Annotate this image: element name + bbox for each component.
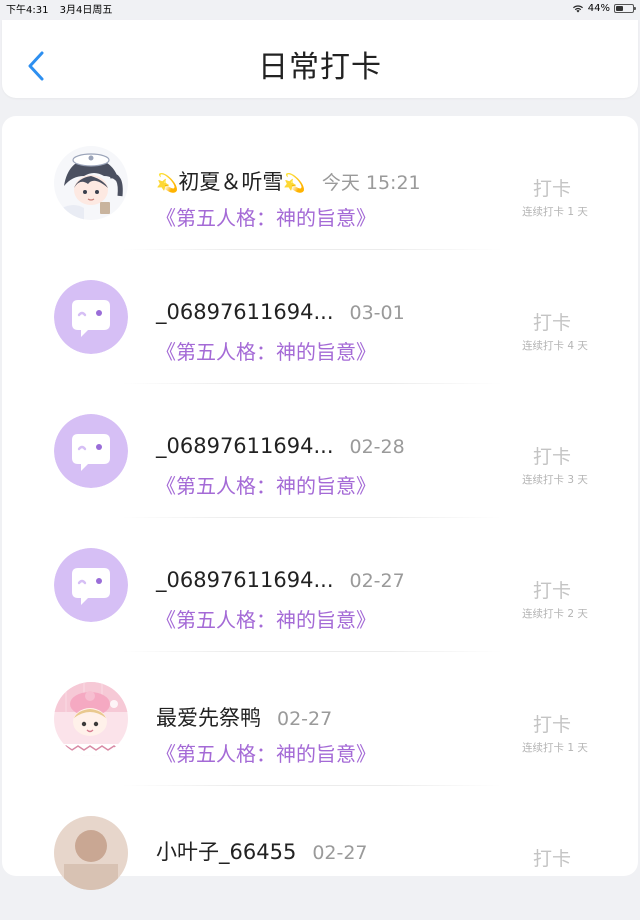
checkin-list: 💫初夏＆听雪💫 今天 15:21 《第五人格：神的旨意》 打卡 连续打卡 1 天… <box>2 116 638 890</box>
avatar[interactable] <box>54 548 128 622</box>
checkin-button[interactable]: 打卡 <box>502 174 602 201</box>
user-name[interactable]: _06897611694... <box>156 300 334 324</box>
anime-pink-avatar-icon <box>54 682 128 756</box>
wifi-icon <box>572 4 583 12</box>
avatar[interactable] <box>54 682 128 756</box>
name-line: _06897611694... 02-27 <box>156 568 405 592</box>
battery-percent: 44% <box>587 2 610 14</box>
sparkle-icon: 💫 <box>283 173 306 194</box>
user-name[interactable]: 💫初夏＆听雪💫 <box>156 166 306 196</box>
streak-label: 连续打卡 4 天 <box>522 340 588 352</box>
status-right: 44% <box>572 2 636 14</box>
name-line: _06897611694... 03-01 <box>156 300 405 324</box>
user-name[interactable]: _06897611694... <box>156 434 334 458</box>
checkin-date: 03-01 <box>349 302 405 324</box>
checkin-button[interactable]: 打卡 <box>502 442 602 469</box>
checkin-date: 02-27 <box>349 570 405 592</box>
checkin-date: 02-27 <box>312 842 368 864</box>
streak-label: 连续打卡 2 天 <box>522 608 588 620</box>
checkin-button[interactable]: 打卡 <box>502 710 602 737</box>
checkin-button[interactable]: 打卡 <box>502 308 602 335</box>
checkin-date: 02-27 <box>277 708 333 730</box>
name-line: 小叶子_66455 02-27 <box>156 836 368 866</box>
streak-label: 连续打卡 1 天 <box>522 206 588 218</box>
battery-level <box>616 5 624 11</box>
user-name[interactable]: 最爱先祭鸭 <box>156 702 261 732</box>
name-line: 💫初夏＆听雪💫 今天 15:21 <box>156 166 421 196</box>
chat-bubble-avatar-icon <box>54 280 128 354</box>
list-item[interactable]: _06897611694... 02-27 《第五人格：神的旨意》 打卡 连续打… <box>2 518 638 652</box>
book-title[interactable]: 《第五人格：神的旨意》 <box>156 470 376 499</box>
battery-icon <box>614 3 636 13</box>
chat-bubble-avatar-icon <box>54 548 128 622</box>
name-line: 最爱先祭鸭 02-27 <box>156 702 332 732</box>
streak-label: 连续打卡 3 天 <box>522 474 588 486</box>
checkin-date: 02-28 <box>349 436 405 458</box>
status-bar: 下午4:31 3月4日周五 44% <box>0 0 640 16</box>
avatar[interactable] <box>54 816 128 890</box>
anime-avatar-icon <box>54 146 128 220</box>
avatar[interactable] <box>54 280 128 354</box>
book-title[interactable]: 《第五人格：神的旨意》 <box>156 202 376 231</box>
book-title[interactable]: 《第五人格：神的旨意》 <box>156 604 376 633</box>
status-date: 3月4日周五 <box>59 4 113 16</box>
list-item[interactable]: _06897611694... 03-01 《第五人格：神的旨意》 打卡 连续打… <box>2 250 638 384</box>
user-name[interactable]: 小叶子_66455 <box>156 836 296 866</box>
status-time: 下午4:31 <box>6 4 49 16</box>
checkin-button[interactable]: 打卡 <box>502 576 602 603</box>
avatar[interactable] <box>54 146 128 220</box>
photo-avatar-icon <box>54 816 128 890</box>
name-line: _06897611694... 02-28 <box>156 434 405 458</box>
avatar[interactable] <box>54 414 128 488</box>
checkin-button[interactable]: 打卡 <box>502 844 602 871</box>
list-item[interactable]: 💫初夏＆听雪💫 今天 15:21 《第五人格：神的旨意》 打卡 连续打卡 1 天 <box>2 116 638 250</box>
sparkle-icon: 💫 <box>156 173 179 194</box>
user-name[interactable]: _06897611694... <box>156 568 334 592</box>
status-left: 下午4:31 3月4日周五 <box>6 1 120 16</box>
list-item[interactable]: 最爱先祭鸭 02-27 《第五人格：神的旨意》 打卡 连续打卡 1 天 <box>2 652 638 786</box>
page-title: 日常打卡 <box>258 50 382 85</box>
book-title[interactable]: 《第五人格：神的旨意》 <box>156 336 376 365</box>
nav-bar: 日常打卡 <box>2 20 638 98</box>
streak-label: 连续打卡 1 天 <box>522 742 588 754</box>
chat-bubble-avatar-icon <box>54 414 128 488</box>
list-item[interactable]: _06897611694... 02-28 《第五人格：神的旨意》 打卡 连续打… <box>2 384 638 518</box>
book-title[interactable]: 《第五人格：神的旨意》 <box>156 738 376 767</box>
checkin-date: 今天 15:21 <box>321 172 421 194</box>
list-item[interactable]: 小叶子_66455 02-27 打卡 <box>2 786 638 920</box>
